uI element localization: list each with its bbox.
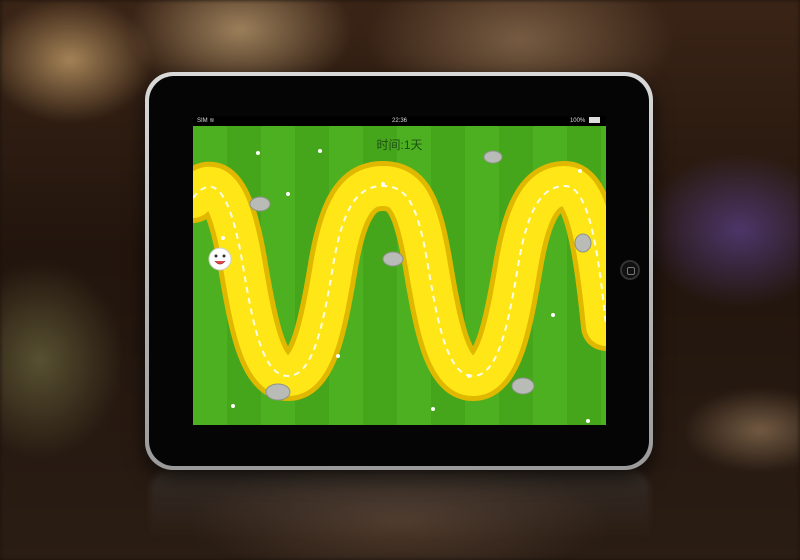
white-flower-icon xyxy=(467,374,471,378)
table-reflection xyxy=(150,470,650,540)
status-time: 22:36 xyxy=(391,118,407,124)
battery-icon xyxy=(589,117,600,124)
white-flower-icon xyxy=(286,192,290,196)
white-flower-icon xyxy=(551,313,555,317)
home-button[interactable] xyxy=(620,260,640,280)
white-flower-icon xyxy=(221,236,225,240)
white-flower-icon xyxy=(578,169,582,173)
day-timer-label: 时间:1天 xyxy=(376,138,423,152)
rock-icon xyxy=(265,383,291,401)
rock-icon xyxy=(249,196,271,212)
status-battery: 100% xyxy=(570,116,600,126)
white-flower-icon xyxy=(336,354,340,358)
white-flower-icon xyxy=(381,182,385,186)
rock-icon xyxy=(511,377,535,395)
home-button-icon xyxy=(627,267,635,275)
smiley-face-icon[interactable] xyxy=(208,247,232,271)
status-bar: SIM ≋ 22:36 100% xyxy=(193,116,606,126)
game-screen: SIM ≋ 22:36 100% 时间:1天 xyxy=(193,116,606,425)
battery-percent: 100% xyxy=(569,118,586,124)
rock-icon xyxy=(574,233,592,253)
game-board[interactable] xyxy=(193,126,606,425)
white-flower-icon xyxy=(231,404,235,408)
white-flower-icon xyxy=(431,407,435,411)
rock-icon xyxy=(382,251,404,267)
white-flower-icon xyxy=(586,419,590,423)
